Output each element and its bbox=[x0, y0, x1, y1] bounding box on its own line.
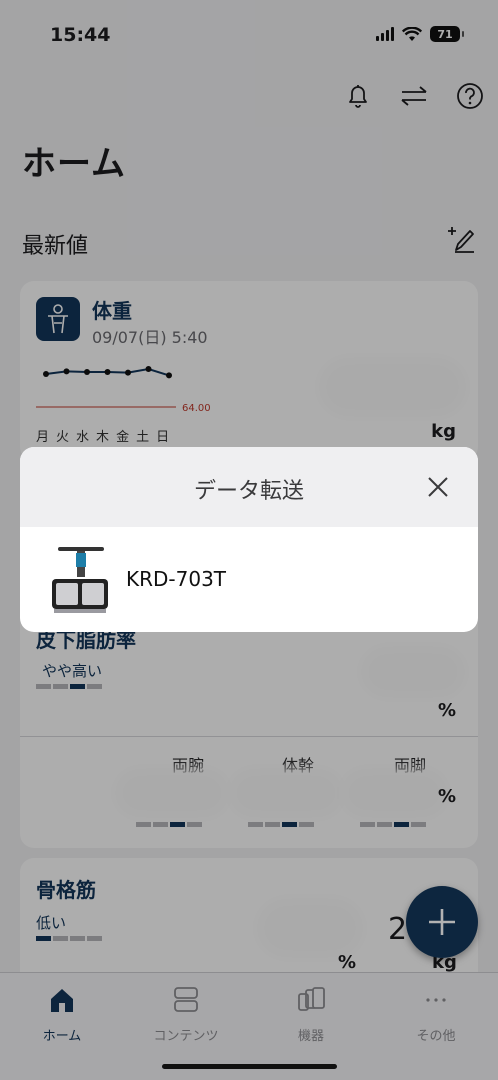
home-indicator bbox=[162, 1064, 337, 1069]
data-transfer-modal: データ転送 KRD-703T bbox=[20, 447, 478, 632]
app-screen: 15:44 71 ホーム 最新値 体重 09/07(日) 5:40 64.00 … bbox=[0, 0, 498, 1080]
plus-icon bbox=[429, 909, 455, 935]
device-name: KRD-703T bbox=[126, 567, 227, 591]
add-record-button[interactable] bbox=[406, 886, 478, 958]
modal-header: データ転送 bbox=[20, 447, 478, 527]
close-icon[interactable] bbox=[422, 471, 454, 503]
modal-title: データ転送 bbox=[193, 479, 304, 504]
body-composition-scale-image bbox=[52, 547, 108, 613]
device-list-item[interactable]: KRD-703T bbox=[20, 527, 478, 632]
